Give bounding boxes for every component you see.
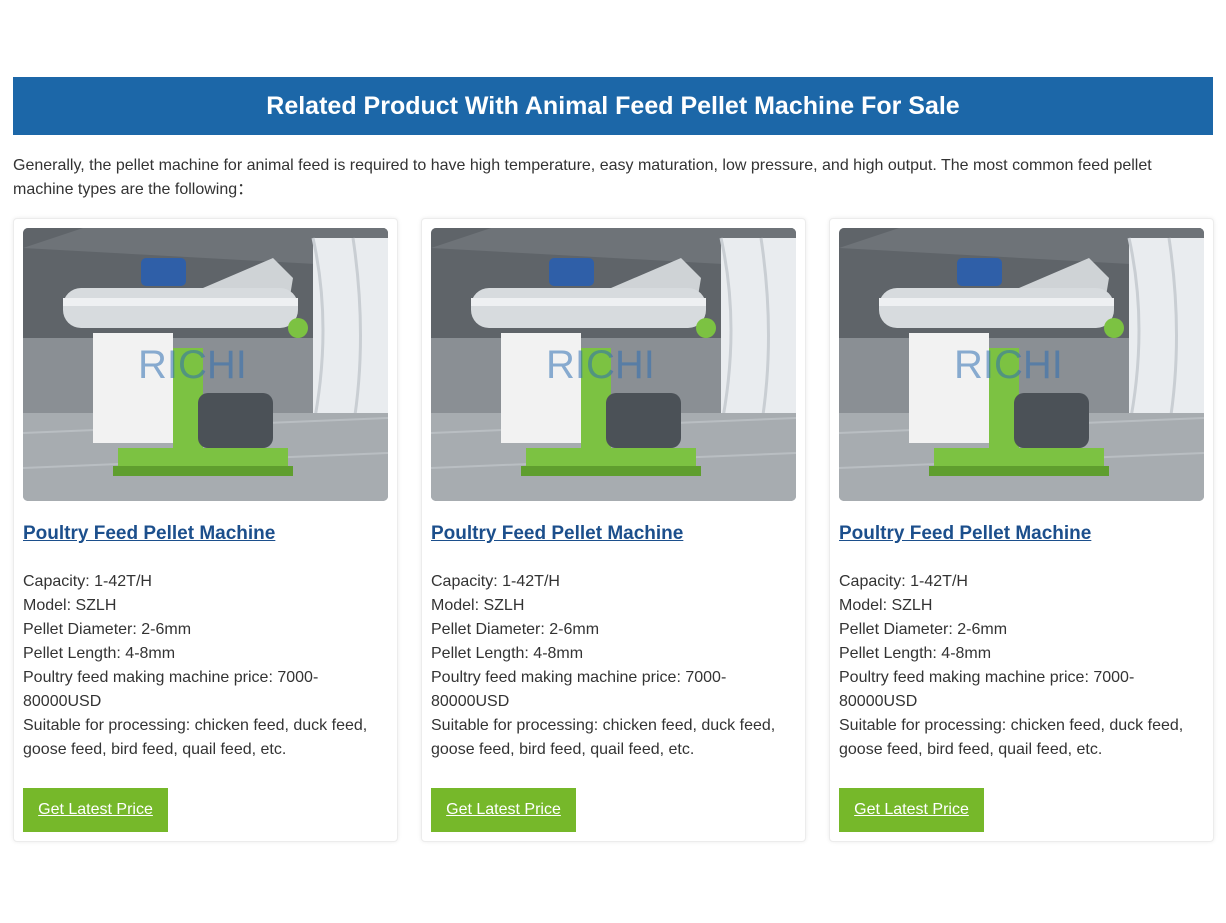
spec-pellet-length: Pellet Length: 4-8mm <box>839 645 992 662</box>
spec-model: Model: SZLH <box>839 597 933 614</box>
spec-model: Model: SZLH <box>23 597 117 614</box>
spec-model: Model: SZLH <box>431 597 525 614</box>
spec-pellet-diameter: Pellet Diameter: 2-6mm <box>23 621 192 638</box>
spec-price: Poultry feed making machine price: 7000-… <box>431 669 727 710</box>
svg-text:RICHI: RICHI <box>546 343 655 387</box>
intro-paragraph: Generally, the pellet machine for animal… <box>13 157 1152 198</box>
get-latest-price-button[interactable]: Get Latest Price <box>839 788 984 832</box>
spec-pellet-diameter: Pellet Diameter: 2-6mm <box>431 621 600 638</box>
section-heading-banner: Related Product With Animal Feed Pellet … <box>13 77 1213 135</box>
spec-capacity: Capacity: 1-42T/H <box>839 573 968 590</box>
spec-price: Poultry feed making machine price: 7000-… <box>839 669 1135 710</box>
product-specs: Capacity: 1-42T/H Model: SZLH Pellet Dia… <box>23 570 378 762</box>
pellet-machine-illustration: RICHI <box>23 228 388 501</box>
spec-price: Poultry feed making machine price: 7000-… <box>23 669 319 710</box>
product-title-link[interactable]: Poultry Feed Pellet Machine <box>431 523 683 545</box>
svg-text:RICHI: RICHI <box>954 343 1063 387</box>
product-title-link[interactable]: Poultry Feed Pellet Machine <box>23 523 275 545</box>
product-card: RICHI Poultry Feed Pellet Machine Capaci… <box>13 218 398 842</box>
pellet-machine-illustration: RICHI <box>839 228 1204 501</box>
get-latest-price-button[interactable]: Get Latest Price <box>431 788 576 832</box>
spec-capacity: Capacity: 1-42T/H <box>431 573 560 590</box>
spec-pellet-length: Pellet Length: 4-8mm <box>431 645 584 662</box>
section-heading: Related Product With Animal Feed Pellet … <box>266 91 960 120</box>
spec-suitable-for: Suitable for processing: chicken feed, d… <box>839 717 1184 758</box>
pellet-machine-illustration: RICHI <box>431 228 796 501</box>
product-image[interactable]: RICHI <box>839 228 1204 501</box>
svg-text:RICHI: RICHI <box>138 343 247 387</box>
product-image[interactable]: RICHI <box>23 228 388 501</box>
product-image[interactable]: RICHI <box>431 228 796 501</box>
spec-suitable-for: Suitable for processing: chicken feed, d… <box>23 717 368 758</box>
get-latest-price-button[interactable]: Get Latest Price <box>23 788 168 832</box>
product-card: RICHI Poultry Feed Pellet Machine Capaci… <box>421 218 806 842</box>
product-title-link[interactable]: Poultry Feed Pellet Machine <box>839 523 1091 545</box>
spec-suitable-for: Suitable for processing: chicken feed, d… <box>431 717 776 758</box>
spec-capacity: Capacity: 1-42T/H <box>23 573 152 590</box>
product-grid: RICHI Poultry Feed Pellet Machine Capaci… <box>13 218 1214 842</box>
product-specs: Capacity: 1-42T/H Model: SZLH Pellet Dia… <box>839 570 1194 762</box>
product-card: RICHI Poultry Feed Pellet Machine Capaci… <box>829 218 1214 842</box>
spec-pellet-diameter: Pellet Diameter: 2-6mm <box>839 621 1008 638</box>
product-specs: Capacity: 1-42T/H Model: SZLH Pellet Dia… <box>431 570 786 762</box>
spec-pellet-length: Pellet Length: 4-8mm <box>23 645 176 662</box>
